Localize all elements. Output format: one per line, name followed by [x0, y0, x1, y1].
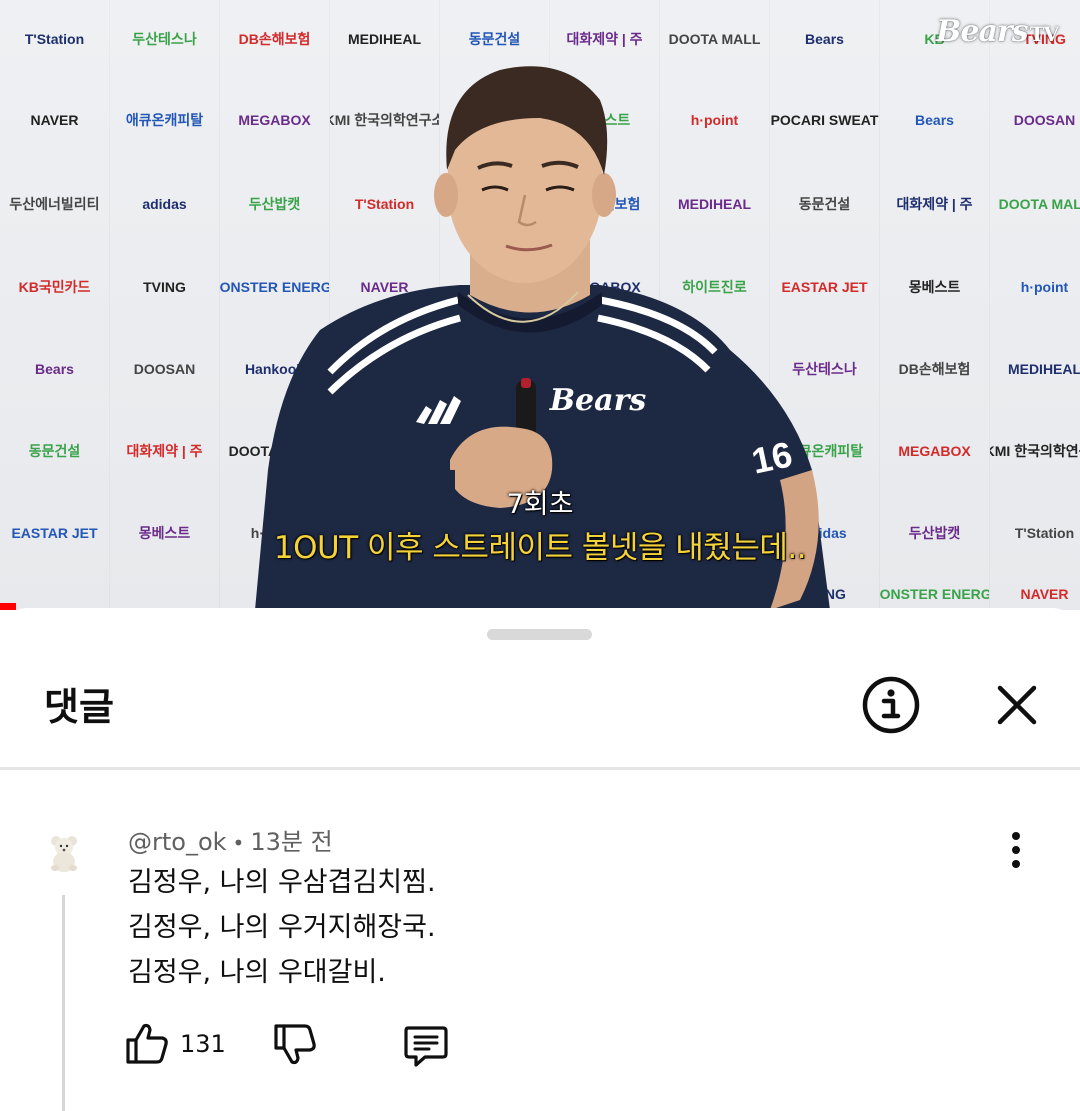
subtitle-line-2: 1OUT 이후 스트레이트 볼넷을 내줬는데..: [273, 530, 807, 566]
jersey-number: 16: [748, 433, 796, 481]
comment-line: 김정우, 나의 우거지해장국.: [128, 912, 436, 943]
reply-comment-icon[interactable]: [402, 1022, 450, 1068]
comment-meta: @rto_ok • 13분 전: [128, 822, 333, 857]
comment-line: 김정우, 나의 우삼겹김치찜.: [128, 867, 436, 898]
like-count: 131: [180, 1030, 226, 1058]
info-circle-icon[interactable]: [861, 675, 921, 735]
divider: [0, 767, 1080, 770]
thumbs-up-icon[interactable]: [124, 1020, 170, 1066]
comment-line: 김정우, 나의 우대갈비.: [128, 957, 386, 988]
video-player[interactable]: T'Station 두산테스나 DB손해보험 MEDIHEAL 동문건설 대화제약 | 주…: [0, 0, 1080, 610]
more-vertical-icon[interactable]: [1000, 830, 1032, 870]
drag-handle[interactable]: [487, 629, 592, 640]
channel-logo: Bears TV: [936, 14, 1059, 49]
avatar[interactable]: [42, 830, 86, 874]
thumbs-down-icon[interactable]: [272, 1022, 318, 1068]
comment-author[interactable]: @rto_ok: [128, 828, 227, 856]
meta-separator: •: [232, 831, 245, 855]
comment-time: 13분 전: [250, 828, 333, 856]
jersey-logo: Bears: [549, 383, 647, 418]
sheet-title: 댓글: [44, 685, 114, 729]
teddy-bear-avatar-icon: [42, 830, 86, 874]
thread-line: [62, 895, 65, 1111]
close-icon[interactable]: [994, 682, 1040, 728]
comments-sheet: 댓글 @rto_ok • 13분 전 김정우, 나의 우삼겹김치찜. 김정우, …: [0, 608, 1080, 1111]
subtitle-line-1: 7회초: [506, 489, 574, 520]
video-progress-bar[interactable]: [0, 603, 16, 610]
comment-text: 김정우, 나의 우삼겹김치찜. 김정우, 나의 우거지해장국. 김정우, 나의 …: [128, 860, 436, 995]
